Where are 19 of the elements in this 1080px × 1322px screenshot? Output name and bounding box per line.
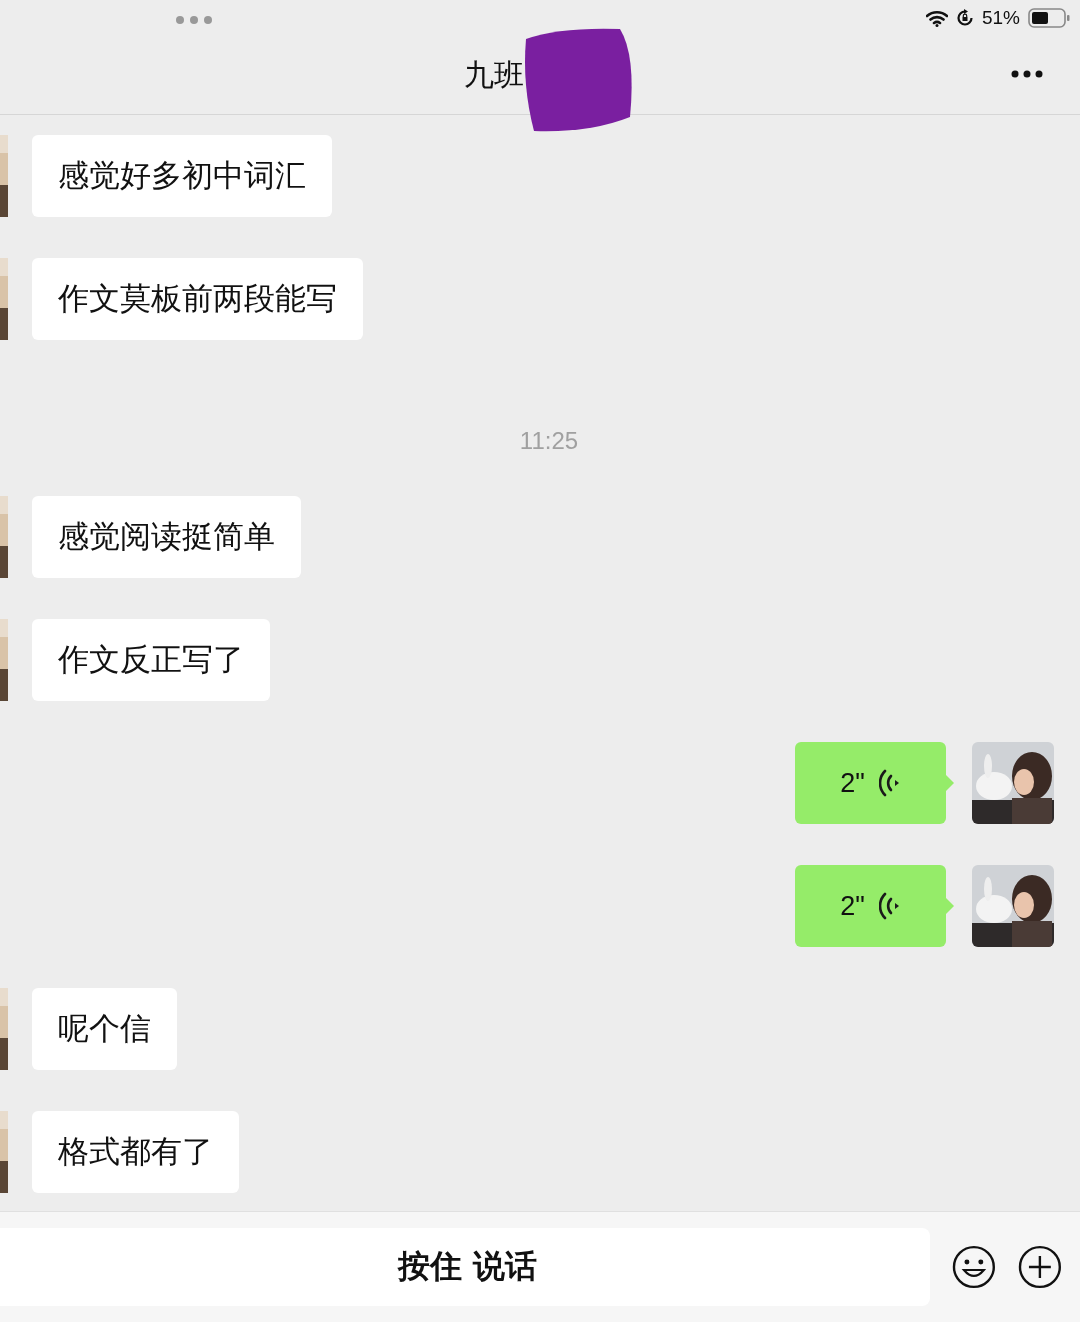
message-bubble: 作文反正写了: [32, 619, 270, 701]
battery-percent: 51%: [981, 7, 1020, 29]
add-icon[interactable]: [1018, 1245, 1062, 1289]
voice-wave-icon: [878, 891, 901, 921]
wifi-icon: [925, 9, 948, 27]
more-icon[interactable]: [1011, 70, 1043, 78]
timestamp: 11:25: [519, 427, 579, 455]
emoji-icon[interactable]: [952, 1245, 997, 1289]
message-bubble: 格式都有了: [32, 1111, 239, 1193]
chat-title: 九班: [464, 55, 524, 94]
message-bubble: 感觉好多初中词汇: [32, 135, 332, 217]
rotation-lock-icon: [955, 9, 974, 27]
battery-icon: [1028, 8, 1070, 28]
message-bubble: 作文莫板前两段能写: [32, 258, 363, 340]
voice-wave-icon: [878, 768, 901, 798]
hold-to-talk-button[interactable]: 按住 说话: [0, 1228, 931, 1306]
multitask-dots-icon: [176, 16, 212, 24]
message-bubble: 呢个信: [32, 988, 177, 1070]
message-bubble: 感觉阅读挺简单: [32, 496, 301, 578]
